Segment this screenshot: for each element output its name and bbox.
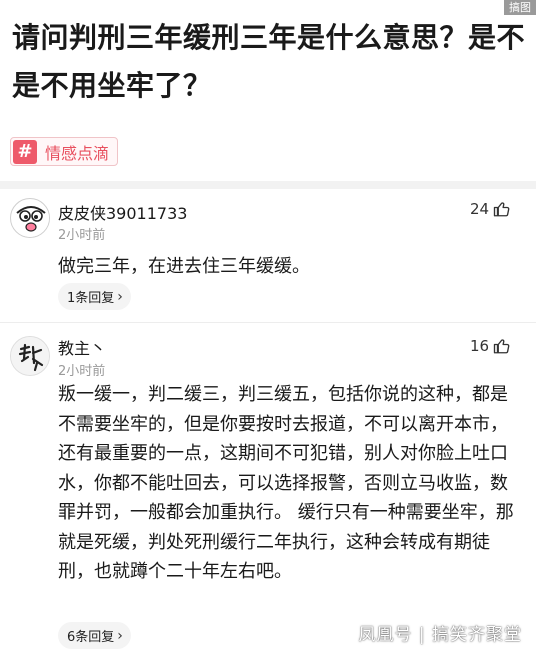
comment-time: 2小时前 (58, 364, 106, 379)
section-divider (0, 181, 536, 189)
avatar[interactable] (10, 336, 50, 376)
replies-count: 1条回复 (67, 291, 115, 306)
like-count: 16 (470, 337, 490, 355)
comment-time: 2小时前 (58, 228, 106, 243)
like-button[interactable]: 24 (470, 200, 511, 218)
hash-icon: # (13, 139, 37, 164)
corner-watermark: 搞图 (504, 0, 536, 15)
avatar[interactable] (10, 198, 50, 238)
like-count: 24 (470, 200, 490, 218)
topic-tag[interactable]: # 情感点滴 (10, 137, 119, 166)
comment-divider (0, 322, 536, 323)
view-replies-button[interactable]: 6条回复 › (58, 622, 131, 649)
comment-text: 叛一缓一，判二缓三，判三缓五，包括你说的这种，都是不需要坐牢的，但是你要按时去报… (58, 384, 514, 582)
like-button[interactable]: 16 (470, 337, 511, 355)
chevron-right-icon: › (117, 288, 123, 305)
question-title: 请问判刑三年缓刑三年是什么意思？是不是不用坐牢了？ (12, 21, 526, 102)
comment-text: 做完三年，在进去住三年缓缓。 (58, 256, 310, 277)
replies-count: 6条回复 (67, 630, 115, 645)
comment-username[interactable]: 皮皮侠39011733 (58, 200, 187, 224)
brand-watermark: 凤凰号 | 搞笑齐聚堂 (358, 625, 522, 645)
comment-username[interactable]: 教主丶 (58, 335, 106, 359)
thumbs-up-icon (493, 202, 510, 217)
chevron-right-icon: › (117, 627, 123, 644)
view-replies-button[interactable]: 1条回复 › (58, 283, 131, 310)
thumbs-up-icon (493, 339, 510, 354)
topic-label: 情感点滴 (45, 143, 110, 163)
